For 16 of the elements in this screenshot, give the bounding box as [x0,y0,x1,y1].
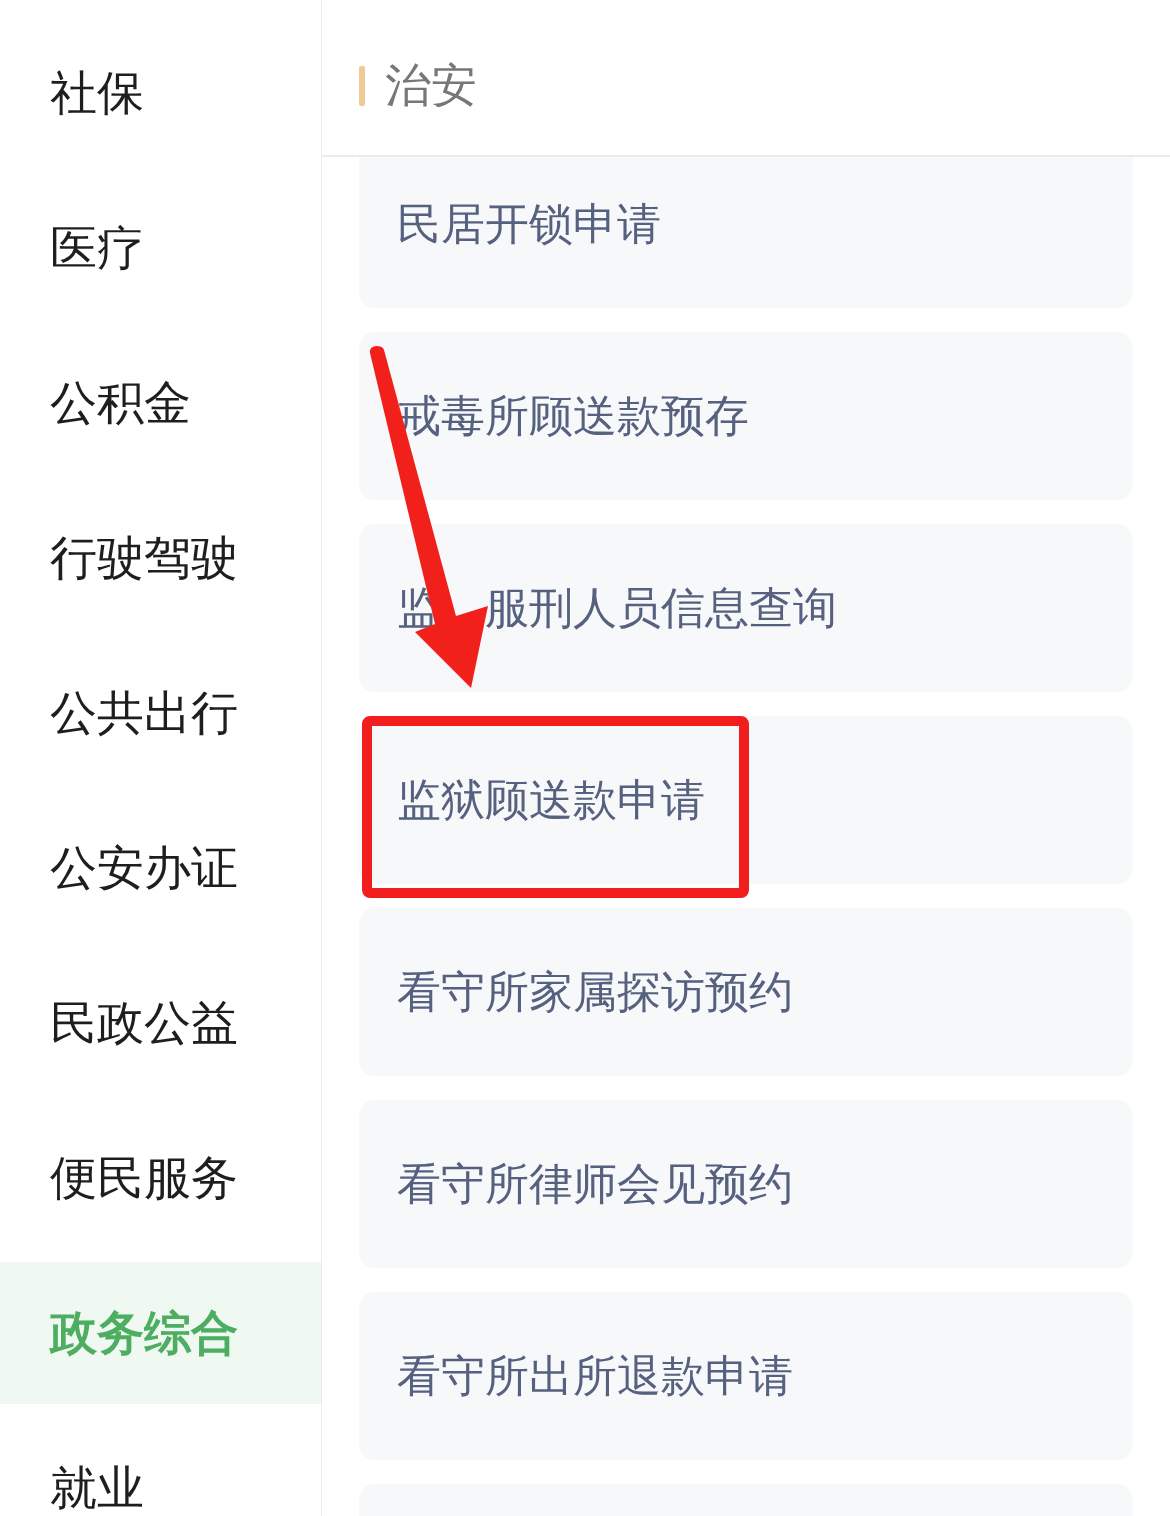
sidebar-item[interactable]: 行驶驾驶 [0,487,321,629]
sidebar-item[interactable]: 公安办证 [0,797,321,939]
sidebar-item[interactable]: 公积金 [0,332,321,474]
sidebar-item[interactable]: 社保 [0,22,321,164]
sidebar-item[interactable]: 医疗 [0,177,321,319]
service-item[interactable]: 监狱顾送款申请 [359,716,1133,884]
section-title: 治安 [385,57,477,114]
service-item[interactable]: 民居开锁申请 [359,157,1133,308]
sidebar-item[interactable]: 民政公益 [0,952,321,1094]
sidebar-item[interactable]: 就业 [0,1417,321,1516]
sidebar-item[interactable]: 便民服务 [0,1107,321,1249]
sidebar-item[interactable]: 公共出行 [0,642,321,784]
service-item[interactable]: 看守所出所退款申请 [359,1292,1133,1460]
title-marker-icon [359,66,365,106]
service-item[interactable]: 看守所律师会见预约 [359,1100,1133,1268]
service-item[interactable]: 看守所家属探访预约 [359,908,1133,1076]
